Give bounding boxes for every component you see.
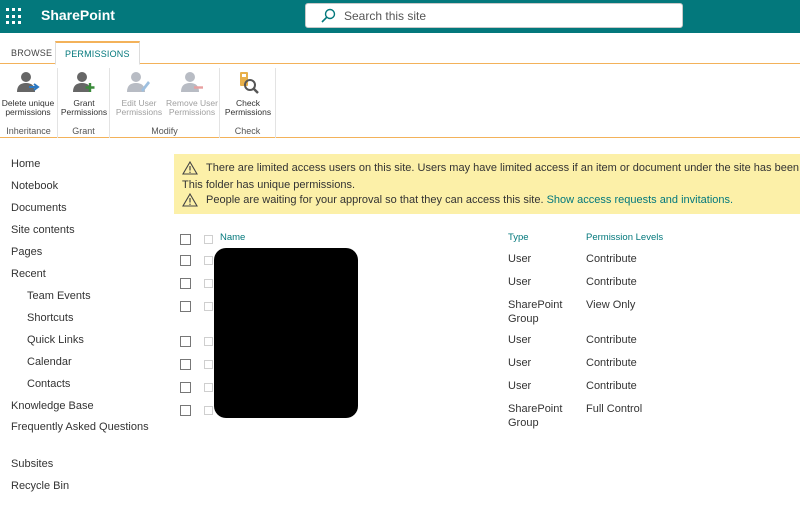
delete-unique-permissions-label: Delete unique permissions (1, 98, 55, 117)
row-permission-level: Contribute (586, 357, 637, 369)
nav-item-pages[interactable]: Pages (11, 241, 161, 263)
select-all-name-checkbox[interactable] (204, 235, 213, 244)
row-secondary-checkbox[interactable] (204, 383, 213, 392)
row-checkbox[interactable] (180, 255, 191, 266)
row-checkbox[interactable] (180, 359, 191, 370)
row-type: User (508, 357, 532, 369)
nav-item-calendar[interactable]: Calendar (11, 351, 161, 373)
row-checkbox[interactable] (180, 405, 191, 416)
row-secondary-checkbox[interactable] (204, 302, 213, 311)
row-type: User (508, 380, 532, 392)
ribbon-group-modify: Edit User Permissions Remove User Permis… (110, 68, 220, 138)
redacted-names-block (214, 248, 358, 418)
nav-item-team-events[interactable]: Team Events (11, 285, 161, 307)
show-access-requests-link[interactable]: Show access requests and invitations. (547, 194, 734, 206)
nav-item-notebook[interactable]: Notebook (11, 175, 161, 197)
ribbon-group-check: Check Permissions Check (220, 68, 276, 138)
remove-user-permissions-button[interactable]: Remove User Permissions (166, 70, 218, 117)
nav-item-knowledge-base[interactable]: Knowledge Base (11, 395, 161, 417)
row-permission-level: Full Control (586, 403, 643, 415)
row-checkbox[interactable] (180, 382, 191, 393)
column-header-type[interactable]: Type (508, 232, 529, 243)
row-permission-level: View Only (586, 299, 636, 311)
nav-item-documents[interactable]: Documents (11, 197, 161, 219)
delete-unique-permissions-button[interactable]: Delete unique permissions (0, 70, 56, 117)
row-checkbox[interactable] (180, 336, 191, 347)
ribbon-group-label: Grant (72, 126, 95, 136)
nav-item-recent[interactable]: Recent (11, 263, 161, 285)
row-permission-level: Contribute (586, 380, 637, 392)
search-input[interactable]: Search this site (344, 9, 426, 23)
ribbon-group-inheritance: Delete unique permissions Inheritance (0, 68, 58, 138)
row-type: SharePoint Group (508, 299, 563, 325)
notice-text: There are limited access users on this s… (206, 161, 800, 174)
ribbon-group-label: Check (234, 126, 261, 136)
left-nav: Home Notebook Documents Site contents Pa… (11, 153, 161, 497)
grant-permissions-button[interactable]: Grant Permissions (60, 70, 108, 117)
app-launcher-icon[interactable] (6, 8, 23, 25)
column-header-name[interactable]: Name (220, 232, 245, 243)
search-box[interactable]: Search this site (305, 3, 683, 28)
ribbon-tabs: BROWSE PERMISSIONS (0, 38, 800, 65)
nav-item-shortcuts[interactable]: Shortcuts (11, 307, 161, 329)
warning-icon (182, 161, 198, 175)
row-checkbox[interactable] (180, 301, 191, 312)
grant-permissions-label: Grant Permissions (60, 98, 108, 117)
row-secondary-checkbox[interactable] (204, 406, 213, 415)
edit-user-permissions-label: Edit User Permissions (115, 98, 163, 117)
ribbon: Delete unique permissions Inheritance Gr… (0, 64, 800, 138)
warning-icon (182, 193, 198, 207)
column-header-permission-levels[interactable]: Permission Levels (586, 232, 663, 243)
row-type: User (508, 276, 532, 288)
nav-item-home[interactable]: Home (11, 153, 161, 175)
notice-line-approval: People are waiting for your approval so … (182, 193, 733, 207)
nav-item-quick-links[interactable]: Quick Links (11, 329, 161, 351)
select-all-checkbox[interactable] (180, 234, 191, 245)
ribbon-group-grant: Grant Permissions Grant (58, 68, 110, 138)
nav-item-faq[interactable]: Frequently Asked Questions (11, 417, 161, 453)
row-secondary-checkbox[interactable] (204, 360, 213, 369)
row-checkbox[interactable] (180, 278, 191, 289)
row-permission-level: Contribute (586, 276, 637, 288)
remove-user-permissions-label: Remove User Permissions (166, 98, 218, 117)
status-notice: There are limited access users on this s… (174, 154, 800, 214)
row-permission-level: Contribute (586, 253, 637, 265)
tab-permissions[interactable]: PERMISSIONS (55, 41, 140, 65)
row-permission-level: Contribute (586, 334, 637, 346)
edit-user-permissions-button[interactable]: Edit User Permissions (114, 70, 164, 117)
row-type: User (508, 253, 532, 265)
nav-item-site-contents[interactable]: Site contents (11, 219, 161, 241)
grant-permissions-icon (73, 72, 95, 92)
brand-title[interactable]: SharePoint (41, 7, 115, 23)
ribbon-group-label: Modify (151, 126, 178, 136)
tab-browse[interactable]: BROWSE (2, 42, 61, 64)
check-permissions-button[interactable]: Check Permissions (224, 70, 272, 117)
remove-user-permissions-icon (181, 72, 203, 92)
delete-unique-permissions-icon (17, 72, 40, 92)
row-secondary-checkbox[interactable] (204, 256, 213, 265)
edit-user-permissions-icon (127, 72, 150, 92)
row-secondary-checkbox[interactable] (204, 337, 213, 346)
row-secondary-checkbox[interactable] (204, 279, 213, 288)
row-type: SharePoint Group (508, 403, 563, 429)
notice-text: People are waiting for your approval so … (206, 193, 544, 206)
notice-line-unique: This folder has unique permissions. (182, 179, 356, 191)
search-icon (321, 8, 336, 23)
notice-line-limited-access: There are limited access users on this s… (182, 161, 800, 175)
check-permissions-label: Check Permissions (224, 98, 272, 117)
suite-bar: SharePoint Search this site (0, 0, 800, 33)
nav-item-recycle-bin[interactable]: Recycle Bin (11, 475, 161, 497)
check-permissions-icon (240, 72, 259, 94)
nav-item-contacts[interactable]: Contacts (11, 373, 161, 395)
ribbon-group-label: Inheritance (6, 126, 51, 136)
row-type: User (508, 334, 532, 346)
nav-item-subsites[interactable]: Subsites (11, 453, 161, 475)
